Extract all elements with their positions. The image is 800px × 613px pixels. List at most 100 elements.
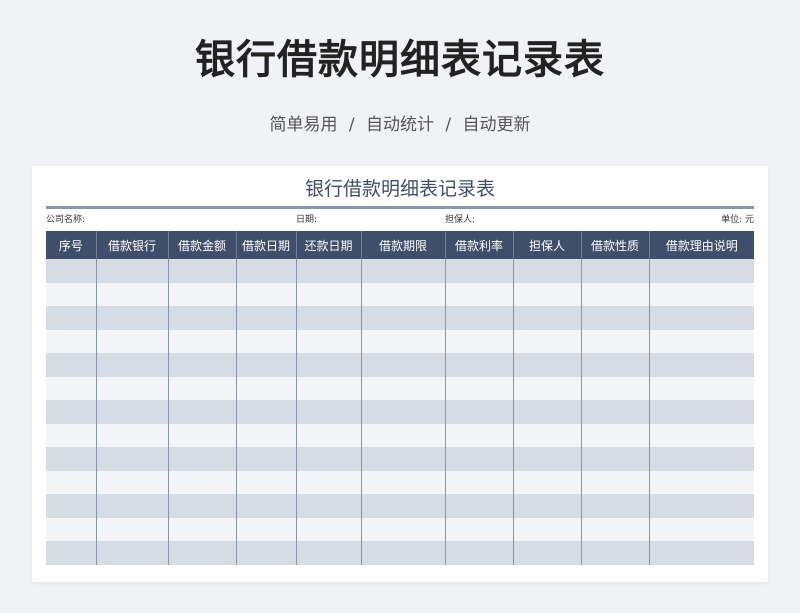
table-cell[interactable] (444, 494, 513, 518)
table-cell[interactable] (95, 282, 168, 306)
table-cell[interactable] (235, 306, 296, 330)
table-cell[interactable] (167, 400, 236, 424)
table-cell[interactable] (295, 517, 361, 541)
table-cell[interactable] (512, 306, 581, 330)
table-cell[interactable] (360, 447, 445, 471)
table-cell[interactable] (580, 353, 649, 377)
table-cell[interactable] (648, 353, 754, 377)
table-cell[interactable] (512, 494, 581, 518)
table-cell[interactable] (444, 423, 513, 447)
table-cell[interactable] (46, 494, 96, 518)
table-cell[interactable] (235, 400, 296, 424)
table-cell[interactable] (95, 329, 168, 353)
table-cell[interactable] (360, 329, 445, 353)
table-cell[interactable] (235, 494, 296, 518)
table-cell[interactable] (46, 541, 96, 565)
table-cell[interactable] (167, 282, 236, 306)
table-cell[interactable] (512, 376, 581, 400)
table-cell[interactable] (580, 376, 649, 400)
table-cell[interactable] (46, 447, 96, 471)
table-cell[interactable] (46, 329, 96, 353)
table-cell[interactable] (512, 541, 581, 565)
table-cell[interactable] (235, 517, 296, 541)
table-cell[interactable] (648, 541, 754, 565)
table-cell[interactable] (95, 494, 168, 518)
table-cell[interactable] (360, 306, 445, 330)
table-cell[interactable] (46, 517, 96, 541)
table-cell[interactable] (580, 517, 649, 541)
table-cell[interactable] (167, 447, 236, 471)
table-cell[interactable] (295, 353, 361, 377)
table-cell[interactable] (648, 447, 754, 471)
table-cell[interactable] (580, 494, 649, 518)
table-cell[interactable] (648, 494, 754, 518)
table-cell[interactable] (360, 282, 445, 306)
table-cell[interactable] (360, 353, 445, 377)
table-cell[interactable] (235, 470, 296, 494)
table-cell[interactable] (648, 400, 754, 424)
table-cell[interactable] (235, 423, 296, 447)
table-cell[interactable] (360, 423, 445, 447)
table-cell[interactable] (46, 376, 96, 400)
column-header-term[interactable]: 借款期限 (360, 231, 445, 259)
table-cell[interactable] (360, 376, 445, 400)
table-cell[interactable] (444, 259, 513, 283)
table-cell[interactable] (512, 517, 581, 541)
table-cell[interactable] (295, 306, 361, 330)
table-cell[interactable] (235, 376, 296, 400)
table-cell[interactable] (95, 376, 168, 400)
table-cell[interactable] (167, 541, 236, 565)
table-cell[interactable] (295, 470, 361, 494)
column-header-index[interactable]: 序号 (46, 231, 96, 259)
table-cell[interactable] (444, 282, 513, 306)
table-cell[interactable] (95, 259, 168, 283)
table-cell[interactable] (167, 376, 236, 400)
table-cell[interactable] (512, 470, 581, 494)
table-cell[interactable] (580, 447, 649, 471)
table-cell[interactable] (512, 447, 581, 471)
table-cell[interactable] (444, 376, 513, 400)
table-cell[interactable] (444, 306, 513, 330)
table-cell[interactable] (360, 470, 445, 494)
table-cell[interactable] (167, 306, 236, 330)
table-cell[interactable] (295, 376, 361, 400)
table-cell[interactable] (512, 423, 581, 447)
table-cell[interactable] (46, 423, 96, 447)
table-cell[interactable] (235, 329, 296, 353)
table-cell[interactable] (167, 470, 236, 494)
table-cell[interactable] (235, 282, 296, 306)
table-cell[interactable] (444, 541, 513, 565)
table-cell[interactable] (95, 306, 168, 330)
column-header-bank[interactable]: 借款银行 (95, 231, 168, 259)
table-cell[interactable] (444, 329, 513, 353)
table-cell[interactable] (580, 541, 649, 565)
table-cell[interactable] (360, 541, 445, 565)
table-cell[interactable] (95, 541, 168, 565)
table-cell[interactable] (46, 470, 96, 494)
table-cell[interactable] (512, 353, 581, 377)
table-cell[interactable] (444, 447, 513, 471)
table-cell[interactable] (46, 282, 96, 306)
table-cell[interactable] (444, 353, 513, 377)
table-cell[interactable] (360, 400, 445, 424)
column-header-nature[interactable]: 借款性质 (580, 231, 649, 259)
table-cell[interactable] (580, 306, 649, 330)
table-cell[interactable] (580, 423, 649, 447)
table-cell[interactable] (295, 541, 361, 565)
column-header-repay-date[interactable]: 还款日期 (295, 231, 361, 259)
table-cell[interactable] (46, 353, 96, 377)
table-cell[interactable] (46, 306, 96, 330)
table-cell[interactable] (580, 470, 649, 494)
table-cell[interactable] (95, 400, 168, 424)
table-cell[interactable] (648, 306, 754, 330)
table-cell[interactable] (360, 259, 445, 283)
table-cell[interactable] (648, 423, 754, 447)
table-cell[interactable] (512, 259, 581, 283)
table-cell[interactable] (295, 423, 361, 447)
table-cell[interactable] (46, 400, 96, 424)
table-cell[interactable] (295, 400, 361, 424)
table-cell[interactable] (648, 259, 754, 283)
table-cell[interactable] (167, 329, 236, 353)
table-cell[interactable] (235, 541, 296, 565)
column-header-guarantor[interactable]: 担保人 (512, 231, 581, 259)
